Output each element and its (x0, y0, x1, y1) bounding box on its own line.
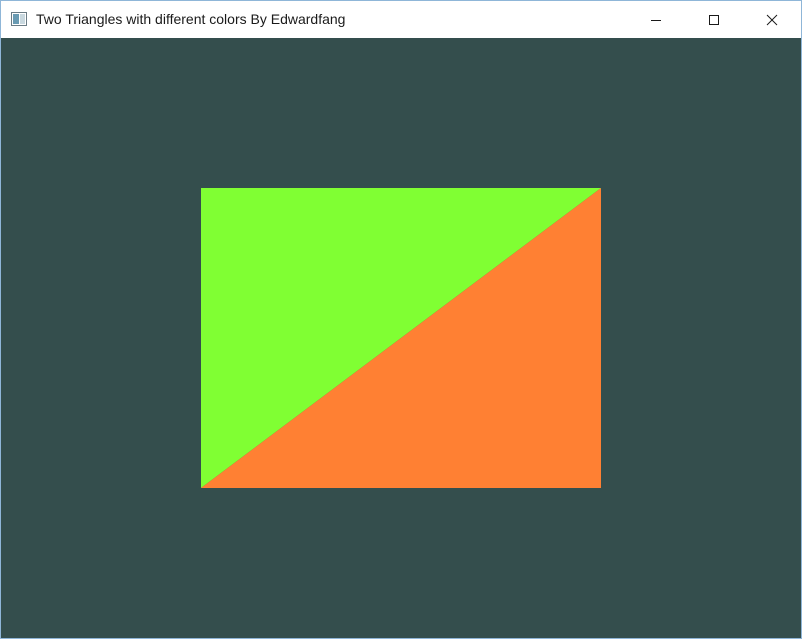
minimize-button[interactable] (627, 1, 685, 38)
app-icon[interactable] (11, 12, 27, 26)
title-bar[interactable]: Two Triangles with different colors By E… (1, 1, 801, 38)
minimize-icon (650, 14, 662, 26)
app-window: Two Triangles with different colors By E… (0, 0, 802, 639)
close-icon (766, 14, 778, 26)
maximize-button[interactable] (685, 1, 743, 38)
close-button[interactable] (743, 1, 801, 38)
scene-canvas (1, 38, 801, 638)
window-title: Two Triangles with different colors By E… (36, 11, 346, 27)
render-viewport[interactable] (1, 38, 801, 638)
maximize-icon (708, 14, 720, 26)
